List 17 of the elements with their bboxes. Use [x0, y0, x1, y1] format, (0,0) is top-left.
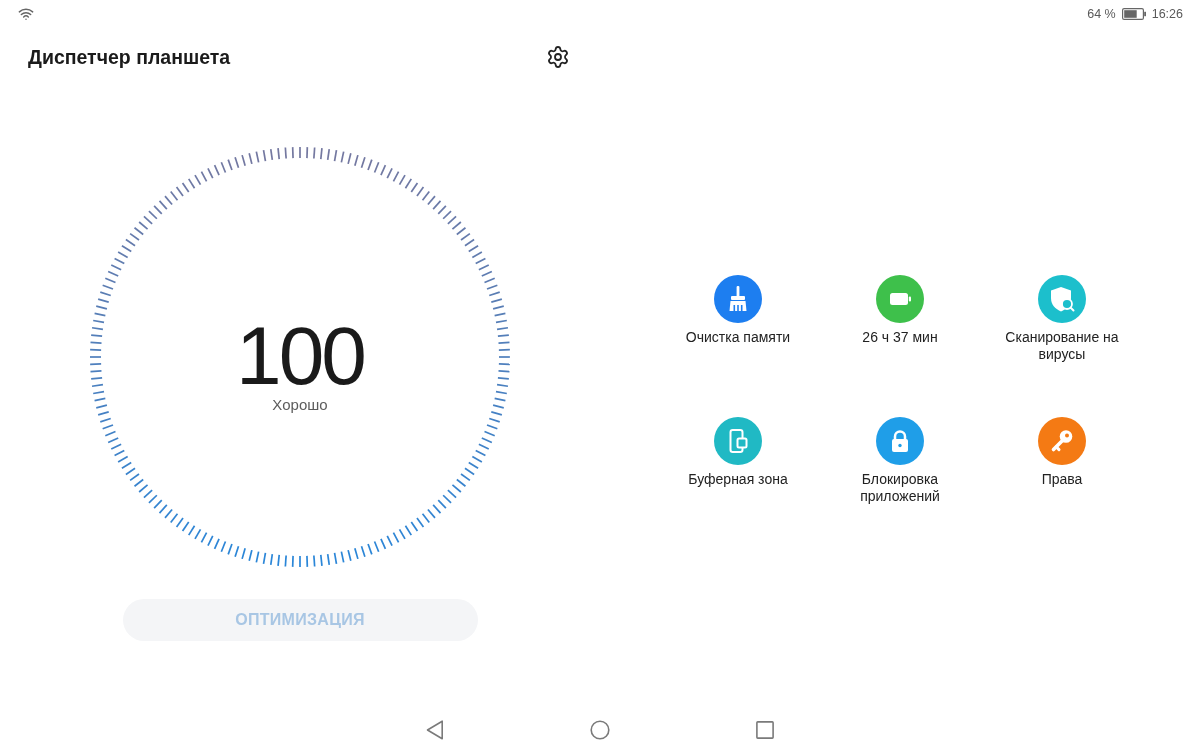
home-icon[interactable] [590, 720, 610, 740]
tool-button[interactable]: Сканирование на вирусы [992, 275, 1132, 363]
clock-time: 16:26 [1151, 7, 1183, 21]
tool-button[interactable]: Буферная зона [668, 417, 808, 488]
tool-button[interactable]: Права [992, 417, 1132, 488]
recent-apps-icon[interactable] [756, 721, 774, 739]
score-value: 100 [236, 315, 364, 397]
battery-percent: 64 % [1087, 7, 1116, 21]
tool-button[interactable]: Очистка памяти [668, 275, 808, 346]
settings-icon[interactable] [546, 45, 570, 69]
tool-button[interactable]: Блокировка приложений [830, 417, 970, 505]
battery-icon [1121, 8, 1146, 20]
wifi-icon [18, 6, 34, 22]
back-icon[interactable] [426, 720, 444, 740]
tool-button[interactable]: 26 ч 37 мин [830, 275, 970, 346]
score-rating: Хорошо [272, 396, 328, 414]
page-title: Диспетчер планшета [28, 45, 231, 69]
